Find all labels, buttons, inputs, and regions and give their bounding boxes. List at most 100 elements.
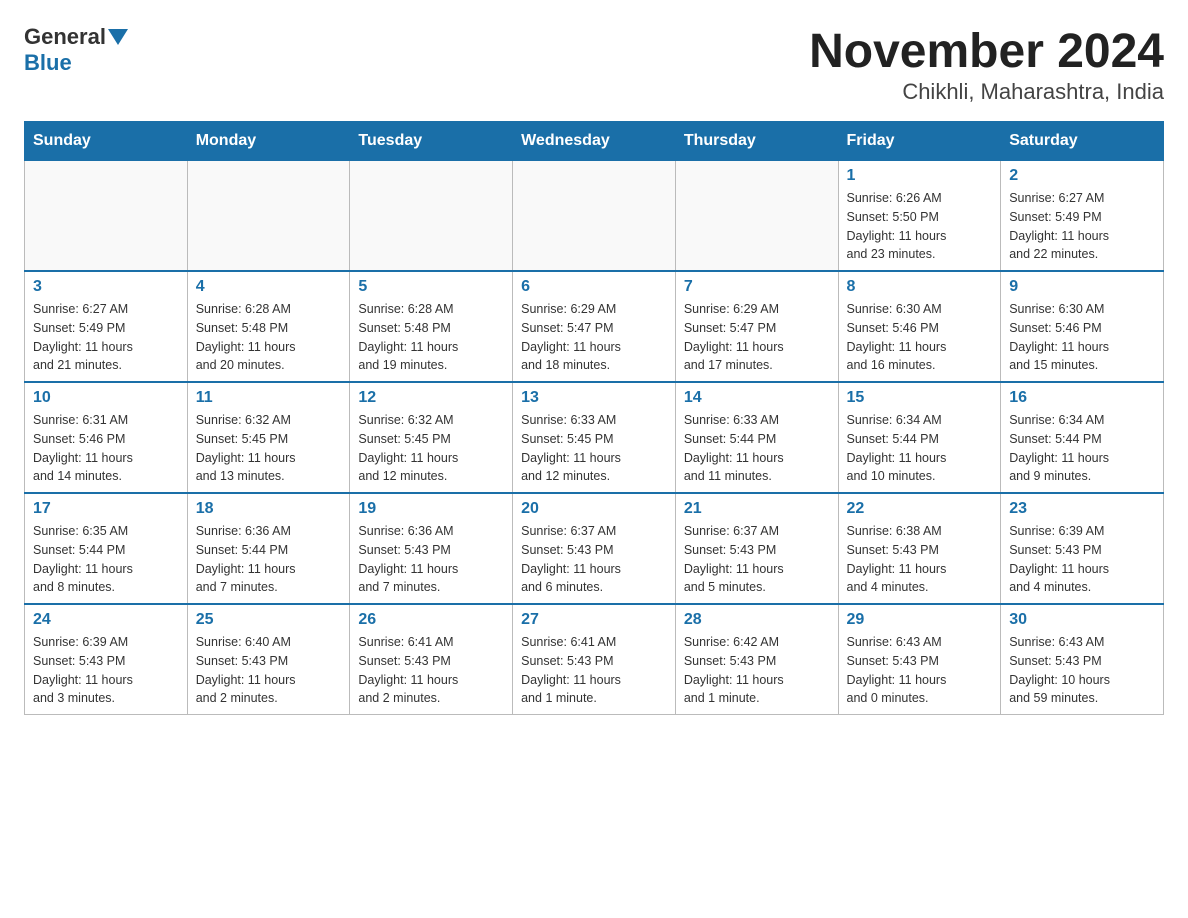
day-info: Sunrise: 6:38 AMSunset: 5:43 PMDaylight:… xyxy=(847,522,993,597)
table-row: 27Sunrise: 6:41 AMSunset: 5:43 PMDayligh… xyxy=(513,604,676,715)
day-number: 8 xyxy=(847,278,993,296)
table-row: 19 Sunrise: 6:36 AMSunset: 5:43 PMDayligh… xyxy=(350,493,513,604)
table-row: 20 Sunrise: 6:37 AMSunset: 5:43 PMDayligh… xyxy=(513,493,676,604)
day-info: Sunrise: 6:29 AMSunset: 5:47 PMDaylight:… xyxy=(521,300,667,375)
day-number: 3 xyxy=(33,278,179,296)
day-number: 12 xyxy=(358,389,504,407)
logo-triangle-icon xyxy=(108,29,128,45)
day-number: 9 xyxy=(1009,278,1155,296)
day-info: Sunrise: 6:30 AMSunset: 5:46 PMDaylight:… xyxy=(847,300,993,375)
day-info: Sunrise: 6:37 AMSunset: 5:43 PMDaylight:… xyxy=(521,522,667,597)
day-info: Sunrise: 6:41 AMSunset: 5:43 PMDaylight:… xyxy=(358,633,504,708)
day-number: 24 xyxy=(33,611,179,629)
table-row: 14 Sunrise: 6:33 AMSunset: 5:44 PMDayligh… xyxy=(675,382,838,493)
calendar-table: Sunday Monday Tuesday Wednesday Thursday… xyxy=(24,121,1164,715)
title-section: November 2024 Chikhli, Maharashtra, Indi… xyxy=(809,24,1164,105)
table-row: 22 Sunrise: 6:38 AMSunset: 5:43 PMDayligh… xyxy=(838,493,1001,604)
calendar-week-row: 3 Sunrise: 6:27 AMSunset: 5:49 PMDaylight… xyxy=(25,271,1164,382)
day-info: Sunrise: 6:40 AMSunset: 5:43 PMDaylight:… xyxy=(196,633,342,708)
header-friday: Friday xyxy=(838,122,1001,161)
page-header: General Blue November 2024 Chikhli, Maha… xyxy=(24,24,1164,105)
table-row: 10Sunrise: 6:31 AMSunset: 5:46 PMDayligh… xyxy=(25,382,188,493)
day-number: 5 xyxy=(358,278,504,296)
calendar-week-row: 17 Sunrise: 6:35 AMSunset: 5:44 PMDayligh… xyxy=(25,493,1164,604)
day-number: 15 xyxy=(847,389,993,407)
logo-blue-text: Blue xyxy=(24,50,72,75)
day-number: 16 xyxy=(1009,389,1155,407)
day-number: 27 xyxy=(521,611,667,629)
table-row: 15Sunrise: 6:34 AMSunset: 5:44 PMDayligh… xyxy=(838,382,1001,493)
header-monday: Monday xyxy=(187,122,350,161)
day-number: 4 xyxy=(196,278,342,296)
day-number: 19 xyxy=(358,500,504,518)
day-number: 18 xyxy=(196,500,342,518)
day-info: Sunrise: 6:32 AMSunset: 5:45 PMDaylight:… xyxy=(358,411,504,486)
day-info: Sunrise: 6:43 AMSunset: 5:43 PMDaylight:… xyxy=(847,633,993,708)
table-row: 23 Sunrise: 6:39 AMSunset: 5:43 PMDayligh… xyxy=(1001,493,1164,604)
table-row: 29 Sunrise: 6:43 AMSunset: 5:43 PMDayligh… xyxy=(838,604,1001,715)
header-sunday: Sunday xyxy=(25,122,188,161)
table-row: 24 Sunrise: 6:39 AMSunset: 5:43 PMDayligh… xyxy=(25,604,188,715)
table-row xyxy=(350,161,513,272)
month-year-title: November 2024 xyxy=(809,24,1164,79)
day-number: 29 xyxy=(847,611,993,629)
day-number: 10 xyxy=(33,389,179,407)
day-info: Sunrise: 6:26 AMSunset: 5:50 PMDaylight:… xyxy=(847,189,993,264)
day-number: 22 xyxy=(847,500,993,518)
table-row: 30Sunrise: 6:43 AMSunset: 5:43 PMDayligh… xyxy=(1001,604,1164,715)
day-info: Sunrise: 6:29 AMSunset: 5:47 PMDaylight:… xyxy=(684,300,830,375)
day-number: 6 xyxy=(521,278,667,296)
calendar-header-row: Sunday Monday Tuesday Wednesday Thursday… xyxy=(25,122,1164,161)
day-info: Sunrise: 6:37 AMSunset: 5:43 PMDaylight:… xyxy=(684,522,830,597)
table-row: 11 Sunrise: 6:32 AMSunset: 5:45 PMDayligh… xyxy=(187,382,350,493)
table-row: 2Sunrise: 6:27 AMSunset: 5:49 PMDaylight… xyxy=(1001,161,1164,272)
table-row: 8 Sunrise: 6:30 AMSunset: 5:46 PMDaylight… xyxy=(838,271,1001,382)
table-row: 1 Sunrise: 6:26 AMSunset: 5:50 PMDaylight… xyxy=(838,161,1001,272)
day-number: 20 xyxy=(521,500,667,518)
calendar-week-row: 10Sunrise: 6:31 AMSunset: 5:46 PMDayligh… xyxy=(25,382,1164,493)
header-saturday: Saturday xyxy=(1001,122,1164,161)
day-info: Sunrise: 6:36 AMSunset: 5:43 PMDaylight:… xyxy=(358,522,504,597)
location-subtitle: Chikhli, Maharashtra, India xyxy=(809,79,1164,105)
header-thursday: Thursday xyxy=(675,122,838,161)
table-row xyxy=(187,161,350,272)
table-row: 12 Sunrise: 6:32 AMSunset: 5:45 PMDayligh… xyxy=(350,382,513,493)
calendar-week-row: 1 Sunrise: 6:26 AMSunset: 5:50 PMDaylight… xyxy=(25,161,1164,272)
day-number: 7 xyxy=(684,278,830,296)
day-info: Sunrise: 6:39 AMSunset: 5:43 PMDaylight:… xyxy=(1009,522,1155,597)
header-wednesday: Wednesday xyxy=(513,122,676,161)
table-row xyxy=(675,161,838,272)
table-row: 6 Sunrise: 6:29 AMSunset: 5:47 PMDaylight… xyxy=(513,271,676,382)
day-info: Sunrise: 6:33 AMSunset: 5:45 PMDaylight:… xyxy=(521,411,667,486)
day-number: 1 xyxy=(847,167,993,185)
table-row: 25 Sunrise: 6:40 AMSunset: 5:43 PMDayligh… xyxy=(187,604,350,715)
day-info: Sunrise: 6:28 AMSunset: 5:48 PMDaylight:… xyxy=(196,300,342,375)
day-info: Sunrise: 6:35 AMSunset: 5:44 PMDaylight:… xyxy=(33,522,179,597)
day-number: 23 xyxy=(1009,500,1155,518)
table-row: 5 Sunrise: 6:28 AMSunset: 5:48 PMDaylight… xyxy=(350,271,513,382)
day-number: 2 xyxy=(1009,167,1155,185)
table-row: 16 Sunrise: 6:34 AMSunset: 5:44 PMDayligh… xyxy=(1001,382,1164,493)
table-row: 21Sunrise: 6:37 AMSunset: 5:43 PMDayligh… xyxy=(675,493,838,604)
logo: General Blue xyxy=(24,24,130,76)
day-info: Sunrise: 6:39 AMSunset: 5:43 PMDaylight:… xyxy=(33,633,179,708)
day-info: Sunrise: 6:43 AMSunset: 5:43 PMDaylight:… xyxy=(1009,633,1155,708)
day-info: Sunrise: 6:34 AMSunset: 5:44 PMDaylight:… xyxy=(1009,411,1155,486)
day-info: Sunrise: 6:27 AMSunset: 5:49 PMDaylight:… xyxy=(33,300,179,375)
day-number: 17 xyxy=(33,500,179,518)
table-row: 18Sunrise: 6:36 AMSunset: 5:44 PMDayligh… xyxy=(187,493,350,604)
day-number: 11 xyxy=(196,389,342,407)
table-row xyxy=(513,161,676,272)
logo-general-text: General xyxy=(24,24,106,50)
table-row: 17 Sunrise: 6:35 AMSunset: 5:44 PMDayligh… xyxy=(25,493,188,604)
table-row: 13 Sunrise: 6:33 AMSunset: 5:45 PMDayligh… xyxy=(513,382,676,493)
table-row: 28Sunrise: 6:42 AMSunset: 5:43 PMDayligh… xyxy=(675,604,838,715)
day-info: Sunrise: 6:32 AMSunset: 5:45 PMDaylight:… xyxy=(196,411,342,486)
day-number: 14 xyxy=(684,389,830,407)
day-info: Sunrise: 6:30 AMSunset: 5:46 PMDaylight:… xyxy=(1009,300,1155,375)
day-number: 25 xyxy=(196,611,342,629)
day-number: 13 xyxy=(521,389,667,407)
day-info: Sunrise: 6:33 AMSunset: 5:44 PMDaylight:… xyxy=(684,411,830,486)
day-info: Sunrise: 6:28 AMSunset: 5:48 PMDaylight:… xyxy=(358,300,504,375)
table-row: 7 Sunrise: 6:29 AMSunset: 5:47 PMDaylight… xyxy=(675,271,838,382)
